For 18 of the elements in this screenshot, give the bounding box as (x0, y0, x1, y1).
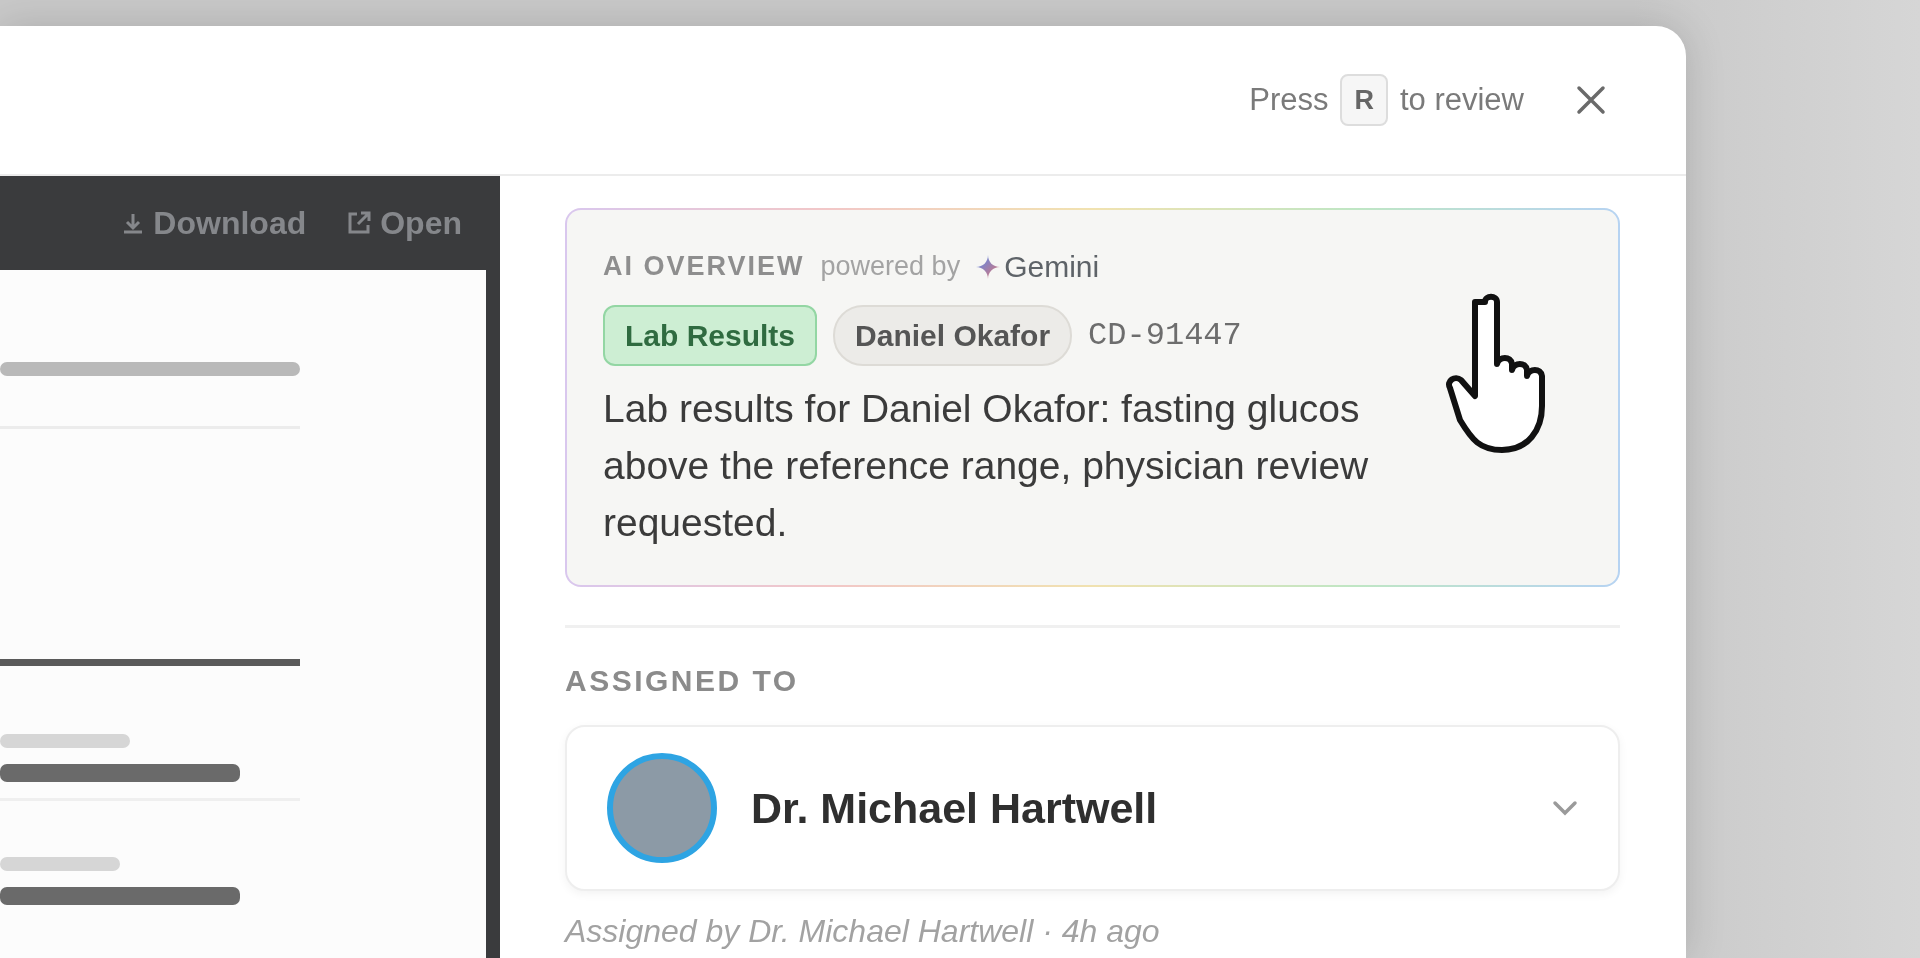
summary-text: Lab results for Daniel Okafor: fasting glucos above the reference range, physician review requested. (603, 386, 1369, 546)
open-button[interactable]: Open (346, 199, 462, 247)
section-title: ASSIGNED TO (565, 663, 800, 699)
assignment-note: Assigned by Dr. Michael Hartwell · 4h ago (565, 912, 1161, 951)
hint-text: to review (1399, 80, 1524, 119)
case-id: CD-91447 (1088, 315, 1242, 356)
section-title: AI OVERVIEW (603, 250, 805, 284)
assignee-selector[interactable]: Dr. Michael Hartwell (565, 725, 1620, 891)
category-tag: Lab Results (603, 305, 818, 366)
brand-name: Gemini (1004, 249, 1100, 285)
keyboard-key: R (1340, 73, 1388, 127)
close-icon[interactable] (1576, 85, 1606, 115)
patient-tag: Daniel Okafor (833, 305, 1073, 366)
external-link-icon (346, 210, 373, 236)
chevron-down-icon (1552, 800, 1578, 816)
powered-by-text: powered by (820, 250, 961, 284)
hint-text: Press (1249, 80, 1329, 119)
download-button[interactable]: Download (121, 199, 307, 247)
